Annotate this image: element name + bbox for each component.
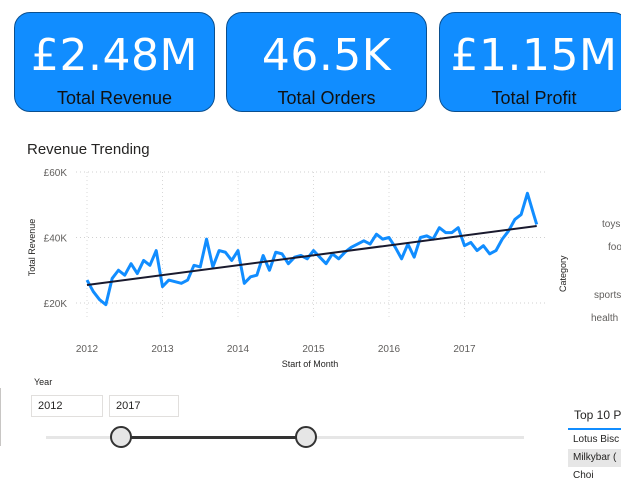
top10-header-underline — [568, 428, 621, 430]
table-row[interactable]: Lotus Bisc — [568, 431, 621, 449]
y-axis-title: Total Revenue — [27, 219, 37, 277]
year-start-input[interactable] — [31, 395, 103, 417]
x-tick-label: 2012 — [76, 344, 99, 355]
y-tick-label: £60K — [44, 168, 68, 179]
kpi-label: Total Orders — [277, 88, 376, 108]
revenue-series-line — [85, 191, 539, 307]
kpi-card-total-orders[interactable]: 46.5K Total Orders — [226, 12, 427, 112]
x-tick-label: 2015 — [302, 344, 325, 355]
category-item-food[interactable]: foo — [608, 242, 621, 253]
kpi-value: £2.48M — [31, 30, 198, 81]
category-item-sports[interactable]: sports — [594, 290, 621, 301]
kpi-label: Total Profit — [491, 88, 577, 108]
year-end-input[interactable] — [109, 395, 179, 417]
x-tick-label: 2014 — [227, 344, 250, 355]
revenue-trending-title: Revenue Trending — [27, 141, 150, 158]
x-tick-label: 2017 — [453, 344, 476, 355]
visual-divider — [0, 388, 1, 446]
category-axis-label: Category — [558, 255, 568, 292]
table-row[interactable]: Milkybar ( — [568, 449, 621, 467]
year-slider-start-handle[interactable] — [110, 426, 132, 448]
year-slider-range — [121, 436, 306, 439]
year-slicer-title: Year — [34, 377, 53, 387]
category-item-health[interactable]: health — [591, 313, 618, 324]
top10-products-title: Top 10 P — [574, 408, 621, 422]
kpi-value: 46.5K — [261, 30, 392, 81]
revenue-trending-chart[interactable]: £20K £40K £60K 2012 2013 2014 2015 2016 2017 Star… — [0, 160, 560, 375]
y-tick-label: £40K — [44, 234, 68, 245]
kpi-card-total-revenue[interactable]: £2.48M Total Revenue — [14, 12, 215, 112]
kpi-label: Total Revenue — [56, 88, 173, 108]
x-tick-label: 2013 — [151, 344, 174, 355]
kpi-card-total-profit[interactable]: £1.15M Total Profit — [439, 12, 621, 112]
x-tick-label: 2016 — [378, 344, 401, 355]
x-axis-title: Start of Month — [282, 359, 339, 369]
year-slider-end-handle[interactable] — [295, 426, 317, 448]
y-tick-label: £20K — [44, 299, 68, 310]
category-item-toys[interactable]: toys — [602, 219, 620, 230]
table-row[interactable]: Choi — [568, 467, 621, 485]
kpi-value: £1.15M — [450, 30, 618, 81]
